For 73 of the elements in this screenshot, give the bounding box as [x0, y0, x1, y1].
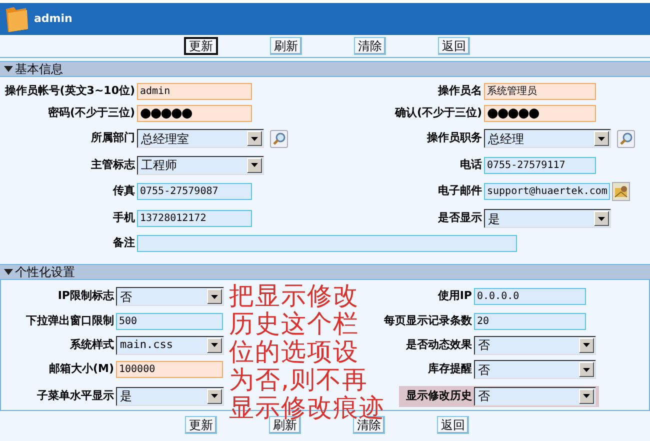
field-label: 所属部门 — [90, 130, 136, 146]
search-icon[interactable] — [617, 130, 635, 148]
field-label: 操作员职务 — [426, 130, 483, 146]
field-label: 传真 — [112, 183, 136, 200]
field-label: 备注 — [112, 234, 136, 251]
password-field[interactable]: ●●●●● — [137, 105, 252, 122]
toolbar-button[interactable]: 更新 — [185, 416, 217, 434]
field-label: 库存提醒 — [427, 361, 473, 378]
input-field[interactable]: support@huaertek.com — [484, 183, 610, 200]
envelope-icon[interactable] — [612, 182, 630, 201]
field-label: 确认(不少于三位) — [394, 105, 483, 122]
dropdown[interactable]: 否 — [474, 360, 596, 379]
caret-icon[interactable] — [579, 388, 594, 404]
toolbar-button[interactable]: 更新 — [184, 37, 218, 55]
input-field[interactable]: 系统管理员 — [484, 83, 596, 100]
annotation-line: 为否,则不再 — [229, 366, 368, 394]
dropdown[interactable]: 是 — [116, 386, 224, 406]
field-label: 邮箱大小(M) — [48, 361, 115, 378]
window-title: admin — [34, 10, 72, 27]
field-label: 是否显示 — [437, 210, 483, 226]
caret-icon[interactable] — [594, 211, 609, 226]
toolbar-button[interactable]: 返回 — [438, 37, 470, 55]
input-field[interactable]: 0.0.0.0 — [474, 288, 586, 305]
toolbar-button[interactable]: 刷新 — [270, 37, 302, 55]
field-label: 主管标志 — [90, 156, 136, 173]
field-label: 是否动态效果 — [405, 336, 473, 353]
toolbar-button[interactable]: 清除 — [354, 37, 386, 55]
dropdown[interactable]: 否 — [474, 386, 596, 406]
field-label: 操作员名 — [436, 83, 483, 100]
dropdown[interactable]: 否 — [116, 287, 224, 306]
input-field[interactable]: 13728012172 — [137, 210, 252, 227]
field-label: 操作员帐号(英文3~10位) — [4, 83, 136, 100]
field-label: 电话 — [459, 156, 483, 173]
caret-icon[interactable] — [207, 289, 222, 304]
annotation-line: 历史这个栏 — [229, 310, 359, 338]
field-label: IP限制标志 — [56, 288, 116, 304]
field-label: 手机 — [112, 210, 136, 226]
search-icon[interactable] — [270, 130, 288, 148]
folder-icon — [4, 4, 30, 34]
caret-icon[interactable] — [594, 131, 609, 146]
field-label: 使用IP — [436, 288, 473, 304]
caret-icon[interactable] — [247, 158, 262, 172]
field-label: 电子邮件 — [437, 183, 483, 200]
input-field[interactable]: 0755-27579087 — [137, 183, 252, 200]
input-field[interactable]: 100000 — [116, 361, 223, 378]
caret-icon[interactable] — [579, 338, 594, 352]
input-field[interactable]: admin — [137, 83, 252, 100]
caret-icon[interactable] — [247, 131, 262, 146]
password-field[interactable]: ●●●●● — [484, 105, 596, 122]
dropdown[interactable]: 是 — [484, 209, 611, 228]
annotation-line: 位的选项设 — [229, 338, 359, 366]
caret-icon[interactable] — [207, 388, 222, 404]
input-field[interactable]: 20 — [474, 312, 586, 330]
section-header[interactable]: 个性化设置 — [0, 264, 650, 280]
field-label: 显示修改历史 — [405, 388, 473, 404]
dropdown[interactable]: 否 — [474, 336, 596, 354]
input-field[interactable]: 500 — [116, 312, 223, 330]
field-label: 系统样式 — [69, 336, 115, 353]
remarks-field[interactable] — [137, 234, 517, 252]
toolbar-button[interactable]: 返回 — [437, 416, 469, 434]
dropdown[interactable]: 总经理室 — [137, 129, 264, 148]
field-label: 每页显示记录条数 — [383, 312, 473, 329]
field-label: 子菜单水平显示 — [36, 388, 115, 404]
section-header[interactable]: 基本信息 — [0, 61, 650, 77]
dropdown[interactable]: main.css — [116, 336, 224, 354]
field-label: 下拉弹出窗口限制 — [25, 312, 115, 329]
field-label: 密码(不少于三位) — [46, 105, 136, 122]
dropdown[interactable]: 工程师 — [137, 156, 264, 174]
caret-icon[interactable] — [579, 362, 594, 377]
annotation-line: 把显示修改 — [229, 282, 359, 310]
input-field[interactable]: 0755-27579117 — [484, 156, 596, 174]
dropdown[interactable]: 总经理 — [484, 129, 611, 148]
caret-icon[interactable] — [207, 338, 222, 352]
